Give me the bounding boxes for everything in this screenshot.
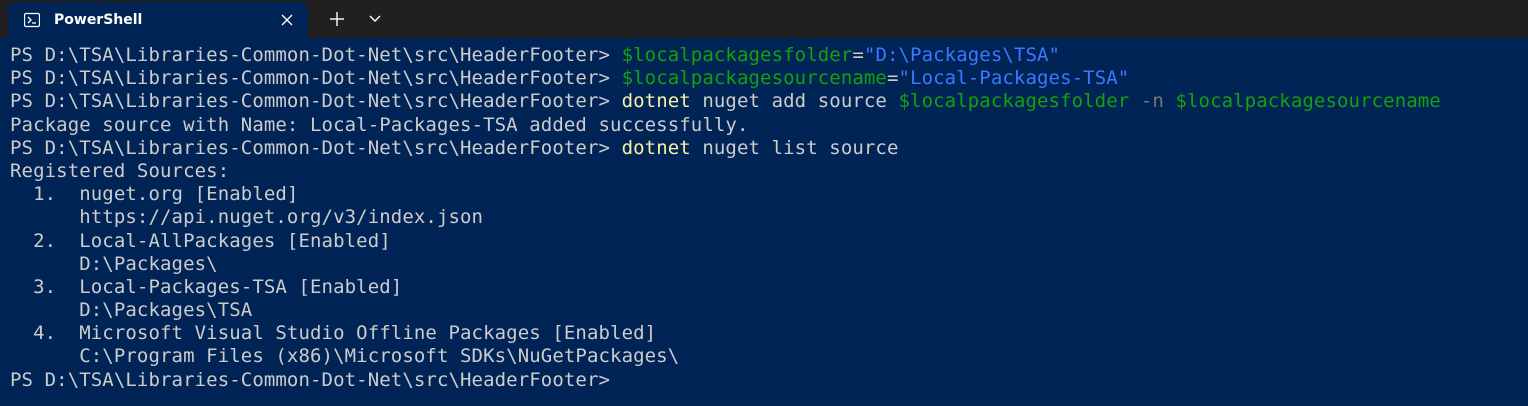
- output-line: 2. Local-AllPackages [Enabled]: [10, 229, 391, 252]
- arguments: nuget add source: [690, 90, 899, 113]
- variable: $localpackagesourcename: [621, 67, 887, 90]
- tab-powershell[interactable]: PowerShell: [8, 2, 308, 38]
- command: dotnet: [621, 90, 691, 113]
- prompt: PS D:\TSA\Libraries-Common-Dot-Net\src\H…: [10, 44, 622, 66]
- output-line: D:\Packages\: [10, 252, 218, 275]
- title-bar[interactable]: PowerShell: [0, 0, 1528, 38]
- terminal-line: PS D:\TSA\Libraries-Common-Dot-Net\src\H…: [10, 67, 1520, 90]
- terminal-output[interactable]: PS D:\TSA\Libraries-Common-Dot-Net\src\H…: [10, 44, 1520, 400]
- arguments: nuget list source: [690, 136, 899, 159]
- chevron-down-icon[interactable]: [360, 6, 390, 32]
- variable: $localpackagesfolder: [621, 44, 853, 66]
- output-line: Registered Sources:: [10, 159, 230, 182]
- terminal-line: PS D:\TSA\Libraries-Common-Dot-Net\src\H…: [10, 90, 1520, 113]
- output-line: D:\Packages\TSA: [10, 299, 253, 322]
- close-icon[interactable]: [280, 13, 294, 27]
- operator: =: [886, 67, 899, 90]
- variable: $localpackagesourcename: [1175, 90, 1441, 113]
- parameter: -n: [1129, 90, 1176, 113]
- tab-title: PowerShell: [54, 12, 143, 28]
- terminal-line: PS D:\TSA\Libraries-Common-Dot-Net\src\H…: [10, 137, 1520, 160]
- output-line: Package source with Name: Local-Packages…: [10, 113, 749, 136]
- prompt: PS D:\TSA\Libraries-Common-Dot-Net\src\H…: [10, 368, 622, 391]
- string: "Local-Packages-TSA": [898, 67, 1130, 90]
- output-line: 4. Microsoft Visual Studio Offline Packa…: [10, 322, 657, 345]
- prompt: PS D:\TSA\Libraries-Common-Dot-Net\src\H…: [10, 67, 622, 90]
- operator: =: [852, 44, 864, 66]
- terminal-line: PS D:\TSA\Libraries-Common-Dot-Net\src\H…: [10, 369, 1520, 392]
- output-line: 3. Local-Packages-TSA [Enabled]: [10, 275, 403, 298]
- command: dotnet: [621, 136, 691, 159]
- prompt: PS D:\TSA\Libraries-Common-Dot-Net\src\H…: [10, 136, 622, 159]
- powershell-icon: [24, 12, 40, 28]
- prompt: PS D:\TSA\Libraries-Common-Dot-Net\src\H…: [10, 90, 622, 113]
- terminal-line: PS D:\TSA\Libraries-Common-Dot-Net\src\H…: [10, 44, 1520, 67]
- terminal-window: PowerShell PS D:\TSA\Libraries-Common-Do…: [0, 0, 1528, 406]
- plus-icon[interactable]: [322, 6, 352, 32]
- output-line: C:\Program Files (x86)\Microsoft SDKs\Nu…: [10, 345, 680, 368]
- output-line: 1. nuget.org [Enabled]: [10, 183, 299, 206]
- output-line: https://api.nuget.org/v3/index.json: [10, 206, 484, 229]
- string: "D:\Packages\TSA": [863, 44, 1061, 66]
- variable: $localpackagesfolder: [898, 90, 1130, 113]
